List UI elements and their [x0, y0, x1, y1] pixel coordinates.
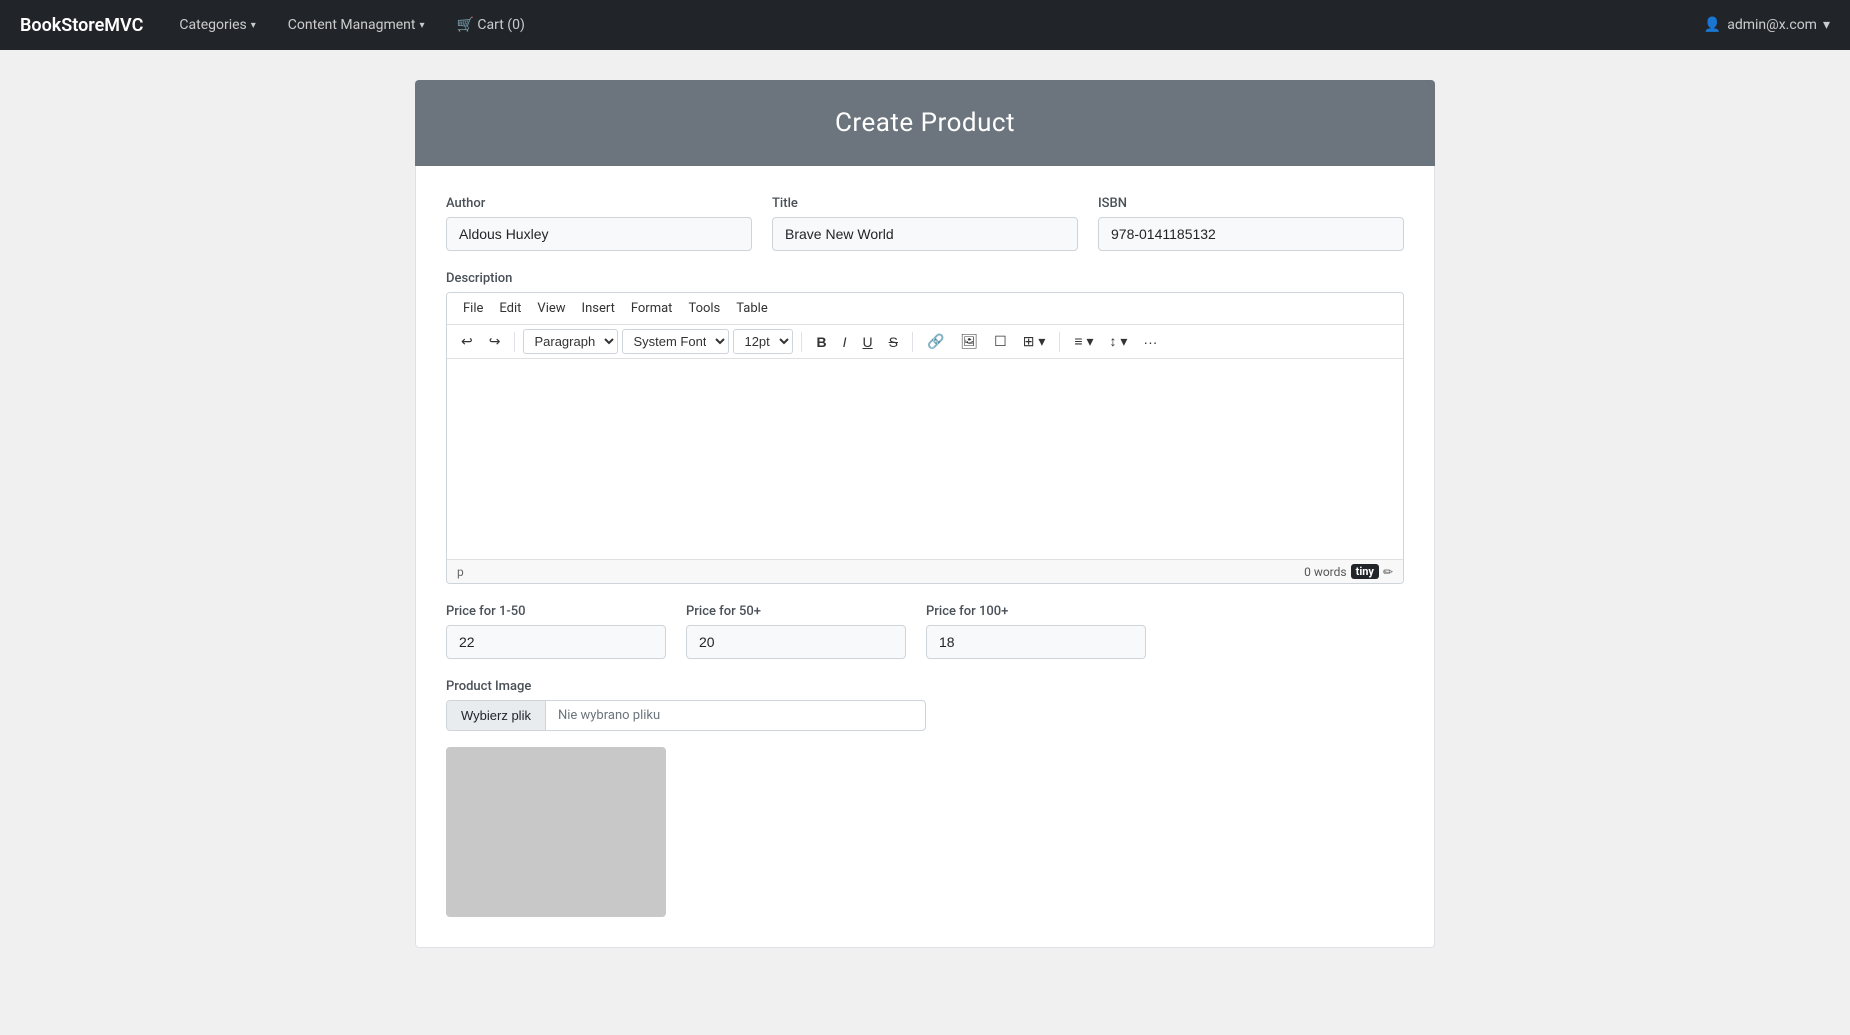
divider-1 — [514, 332, 515, 352]
navbar: BookStoreMVC Categories ▾ Content Managm… — [0, 0, 1850, 50]
form-card: Author Title ISBN Description File Edit … — [415, 166, 1435, 948]
line-height-button[interactable]: ↕ ▾ — [1103, 329, 1133, 354]
top-fields-row: Author Title ISBN — [446, 196, 1404, 251]
author-input[interactable] — [446, 217, 752, 251]
product-image-label: Product Image — [446, 679, 1404, 694]
editor-footer: p 0 words tiny ✏ — [447, 559, 1403, 583]
user-caret: ▾ — [1823, 17, 1830, 33]
image-button[interactable]: 🖼 — [954, 329, 984, 354]
file-choose-button[interactable]: Wybierz plik — [447, 701, 546, 730]
table-insert-button[interactable]: ⊞ ▾ — [1017, 329, 1052, 354]
menu-format[interactable]: Format — [623, 297, 681, 320]
cart-link[interactable]: 🛒 Cart (0) — [451, 0, 531, 50]
size-select[interactable]: 12pt — [733, 329, 793, 354]
undo-button[interactable]: ↩ — [455, 329, 479, 354]
align-button[interactable]: ≡ ▾ — [1068, 329, 1099, 354]
price-50-input[interactable] — [686, 625, 906, 659]
menu-tools[interactable]: Tools — [680, 297, 728, 320]
price-1-50-label: Price for 1-50 — [446, 604, 666, 619]
editor-toolbar: ↩ ↪ Paragraph System Font 12pt B I U — [447, 325, 1403, 359]
font-select[interactable]: System Font — [622, 329, 729, 354]
paragraph-select[interactable]: Paragraph — [523, 329, 618, 354]
product-image-section: Product Image Wybierz plik Nie wybrano p… — [446, 679, 1404, 917]
author-label: Author — [446, 196, 752, 211]
menu-insert[interactable]: Insert — [574, 297, 623, 320]
content-management-menu[interactable]: Content Managment ▾ — [282, 0, 431, 50]
divider-4 — [1059, 332, 1060, 352]
price-50-group: Price for 50+ — [686, 604, 906, 659]
cart-label: 🛒 Cart (0) — [457, 17, 525, 33]
more-button[interactable]: ··· — [1137, 330, 1163, 354]
isbn-group: ISBN — [1098, 196, 1404, 251]
tiny-logo: 0 words tiny ✏ — [1304, 564, 1393, 579]
editor-menubar: File Edit View Insert Format Tools Table — [447, 293, 1403, 325]
file-input-wrapper: Wybierz plik Nie wybrano pliku — [446, 700, 926, 731]
brand-link[interactable]: BookStoreMVC — [20, 15, 143, 36]
editor-body[interactable] — [447, 359, 1403, 559]
categories-label: Categories — [179, 17, 246, 33]
page-title: Create Product — [415, 80, 1435, 166]
description-label: Description — [446, 271, 1404, 286]
price-100-input[interactable] — [926, 625, 1146, 659]
price-100-group: Price for 100+ — [926, 604, 1146, 659]
menu-file[interactable]: File — [455, 297, 491, 320]
user-email: admin@x.com — [1727, 17, 1817, 33]
content-management-label: Content Managment — [288, 17, 416, 33]
price-1-50-group: Price for 1-50 — [446, 604, 666, 659]
editor-wrapper: File Edit View Insert Format Tools Table… — [446, 292, 1404, 584]
edit-icon: ✏ — [1383, 565, 1393, 579]
user-icon: 👤 — [1704, 17, 1721, 33]
divider-2 — [801, 332, 802, 352]
tiny-badge: tiny — [1351, 564, 1379, 579]
file-name: Nie wybrano pliku — [546, 701, 672, 730]
description-section: Description File Edit View Insert Format… — [446, 271, 1404, 584]
bold-button[interactable]: B — [810, 330, 832, 354]
title-group: Title — [772, 196, 1078, 251]
user-menu[interactable]: 👤 admin@x.com ▾ — [1704, 17, 1830, 33]
divider-3 — [912, 332, 913, 352]
box-button[interactable]: ☐ — [988, 329, 1013, 354]
menu-table[interactable]: Table — [728, 297, 775, 320]
price-100-label: Price for 100+ — [926, 604, 1146, 619]
title-input[interactable] — [772, 217, 1078, 251]
link-button[interactable]: 🔗 — [921, 329, 950, 354]
italic-button[interactable]: I — [837, 330, 853, 354]
author-group: Author — [446, 196, 752, 251]
isbn-label: ISBN — [1098, 196, 1404, 211]
word-count: 0 words — [1304, 565, 1347, 579]
image-preview — [446, 747, 666, 917]
title-label: Title — [772, 196, 1078, 211]
strikethrough-button[interactable]: S — [883, 330, 904, 354]
paragraph-indicator: p — [457, 565, 464, 579]
price-1-50-input[interactable] — [446, 625, 666, 659]
content-management-caret: ▾ — [419, 20, 424, 31]
categories-caret: ▾ — [251, 20, 256, 31]
underline-button[interactable]: U — [856, 330, 878, 354]
price-row: Price for 1-50 Price for 50+ Price for 1… — [446, 604, 1404, 659]
price-50-label: Price for 50+ — [686, 604, 906, 619]
redo-button[interactable]: ↪ — [483, 329, 507, 354]
menu-view[interactable]: View — [529, 297, 573, 320]
isbn-input[interactable] — [1098, 217, 1404, 251]
main-content: Create Product Author Title ISBN Descrip… — [395, 50, 1455, 978]
menu-edit[interactable]: Edit — [491, 297, 529, 320]
categories-menu[interactable]: Categories ▾ — [173, 0, 261, 50]
